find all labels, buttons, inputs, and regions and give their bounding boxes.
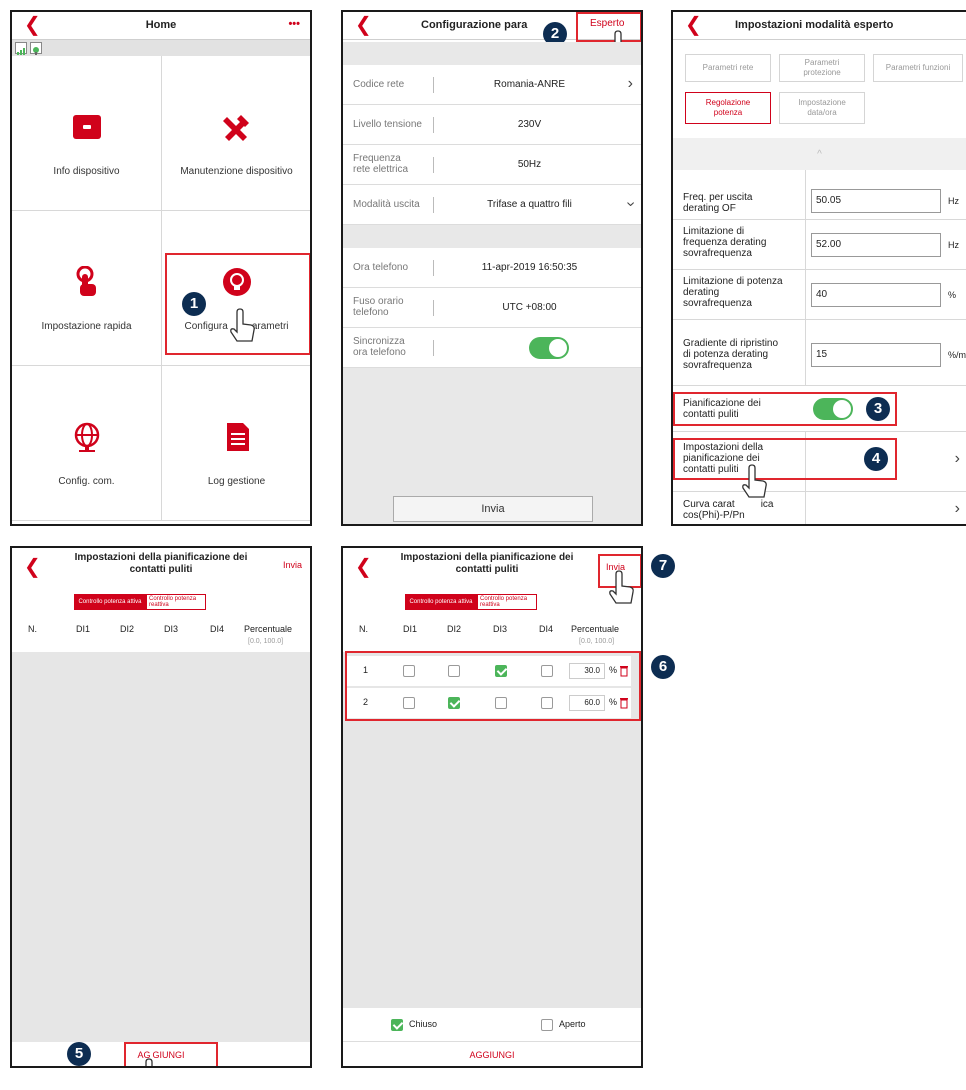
menu-quick-setup[interactable]: Impostazione rapida [12, 211, 162, 366]
back-icon[interactable]: ❮ [355, 15, 372, 35]
more-menu-icon[interactable]: ••• [288, 18, 300, 30]
document-icon [221, 421, 253, 453]
home-title-bar: ❮ Home ••• [12, 12, 310, 40]
freq-limit-input[interactable]: 52.00 [811, 233, 941, 257]
row-phone-time[interactable]: Ora telefono 11-apr-2019 16:50:35 [343, 248, 641, 288]
sync-time-toggle[interactable] [529, 337, 569, 359]
back-icon[interactable]: ❮ [685, 15, 702, 35]
send-button[interactable]: Invia [393, 496, 593, 522]
back-icon[interactable]: ❮ [355, 557, 372, 577]
comm-config-label: Config. com. [58, 476, 115, 487]
tab-protection-params[interactable]: Parametri protezione [779, 54, 865, 82]
expert-title-bar: ❮ Impostazioni modalità esperto [673, 12, 966, 40]
tab-grid-params[interactable]: Parametri rete [685, 54, 771, 82]
tab-active-power-control[interactable]: Controllo potenza attiva [74, 594, 146, 610]
collapse-handle[interactable]: ^ [673, 138, 966, 170]
row-recovery-gradient: Gradiente di ripristino di potenza derati… [673, 320, 966, 386]
schedule-title-bar: ❮ Impostazioni della pianificazione dei c… [12, 548, 310, 588]
globe-icon [71, 421, 103, 453]
control-mode-segment: Controllo potenza attiva Controllo poten… [74, 594, 206, 610]
row-phone-timezone[interactable]: Fuso orario telefono UTC +08:00 [343, 288, 641, 328]
tab-reactive-power-control[interactable]: Controllo potenza reattiva [146, 594, 206, 610]
schedule-title-bar: ❮ Impostazioni della pianificazione dei c… [343, 548, 641, 588]
step-badge-1: 1 [182, 292, 206, 316]
callout-box-3 [673, 392, 897, 426]
row-power-limit: Limitazione di potenza derating sovrafrequ… [673, 270, 966, 320]
step-badge-5: 5 [67, 1042, 91, 1066]
back-icon[interactable]: ❮ [24, 557, 41, 577]
step-badge-4: 4 [864, 447, 888, 471]
legend-bar: Chiuso Aperto [343, 1008, 641, 1042]
tab-active-power-control[interactable]: Controllo potenza attiva [405, 594, 477, 610]
tools-icon [221, 111, 253, 143]
section-gap [343, 42, 641, 65]
row-grid-frequency[interactable]: Frequenza rete elettrica 50Hz [343, 145, 641, 185]
home-title: Home [145, 19, 177, 31]
pointer-hand-icon [230, 308, 255, 342]
status-strip [12, 40, 310, 56]
row-sync-phone-time: Sincronizza ora telefono [343, 328, 641, 368]
row-voltage-level[interactable]: Livello tensione 230V [343, 105, 641, 145]
device-info-label: Info dispositivo [53, 166, 120, 177]
tap-hand-icon [71, 265, 103, 298]
open-legend-label: Aperto [559, 1019, 586, 1029]
step-badge-6: 6 [651, 655, 675, 679]
plant-icon [30, 42, 42, 55]
chevron-right-icon: › [954, 500, 960, 517]
send-link[interactable]: Invia [283, 560, 302, 570]
parameter-config-screen: ❮ Configurazione para Esperto 2 Codice r… [341, 10, 643, 526]
pointer-hand-icon [742, 464, 767, 498]
recovery-gradient-input[interactable]: 15 [811, 343, 941, 367]
quick-setup-label: Impostazione rapida [41, 321, 132, 332]
percent-range: [0.0, 100.0] [579, 638, 615, 645]
section-gap [343, 225, 641, 248]
expert-settings-screen: ❮ Impostazioni modalità esperto Parametr… [671, 10, 966, 526]
add-button[interactable]: AGGIUNGI [343, 1042, 641, 1066]
schedule-filled-screen: ❮ Impostazioni della pianificazione dei c… [341, 546, 643, 1068]
tab-date-time[interactable]: Impostazione data/ora [779, 92, 865, 124]
row-cosphi-curve[interactable]: Curva carat ica cos(Phi)-P/Pn › [673, 492, 966, 524]
closed-legend-checkbox [391, 1019, 403, 1031]
row-freq-limit: Limitazione di frequenza derating sovrafre… [673, 220, 966, 270]
callout-box-6 [345, 651, 641, 721]
menu-device-info[interactable]: Info dispositivo [12, 56, 162, 211]
step-badge-7: 7 [651, 554, 675, 578]
schedule-empty-screen: ❮ Impostazioni della pianificazione dei c… [10, 546, 312, 1068]
menu-device-maintenance[interactable]: Manutenzione dispositivo [162, 56, 310, 211]
schedule-title: Impostazioni della pianificazione dei con… [74, 552, 248, 575]
device-maintenance-label: Manutenzione dispositivo [180, 166, 293, 177]
device-info-icon [71, 111, 103, 143]
row-grid-code[interactable]: Codice rete Romania-ANRE › [343, 65, 641, 105]
menu-log-management[interactable]: Log gestione [162, 366, 310, 521]
chevron-up-icon: ^ [817, 149, 822, 160]
power-limit-input[interactable]: 40 [811, 283, 941, 307]
of-derating-freq-input[interactable]: 50.05 [811, 189, 941, 213]
tab-function-params[interactable]: Parametri funzioni [873, 54, 963, 82]
percent-range: [0.0, 100.0] [248, 638, 284, 645]
row-output-mode[interactable]: Modalità uscita Trifase a quattro fili › [343, 185, 641, 225]
chevron-right-icon: › [954, 450, 960, 467]
open-legend-checkbox [541, 1019, 553, 1031]
schedule-title: Impostazioni della pianificazione dei con… [400, 552, 574, 575]
row-of-derating-freq: Freq. per uscita derating OF 50.05 Hz [673, 184, 966, 220]
tab-power-regulation[interactable]: Regolazione potenza [685, 92, 771, 124]
home-screen: ❮ Home ••• Info dispositivo Manutenzione… [10, 10, 312, 526]
step-badge-3: 3 [866, 397, 890, 421]
pointer-hand-icon [609, 570, 634, 604]
schedule-list-area [12, 652, 310, 1042]
control-mode-segment: Controllo potenza attiva Controllo poten… [405, 594, 537, 610]
pointer-hand-icon [145, 1058, 153, 1066]
closed-legend-label: Chiuso [409, 1019, 438, 1029]
expert-title: Impostazioni modalità esperto [735, 19, 894, 31]
tab-reactive-power-control[interactable]: Controllo potenza reattiva [477, 594, 537, 610]
log-management-label: Log gestione [207, 476, 266, 487]
chevron-down-icon: › [622, 201, 640, 207]
menu-comm-config[interactable]: Config. com. [12, 366, 162, 521]
signal-icon [15, 42, 27, 55]
chevron-right-icon: › [627, 75, 633, 92]
